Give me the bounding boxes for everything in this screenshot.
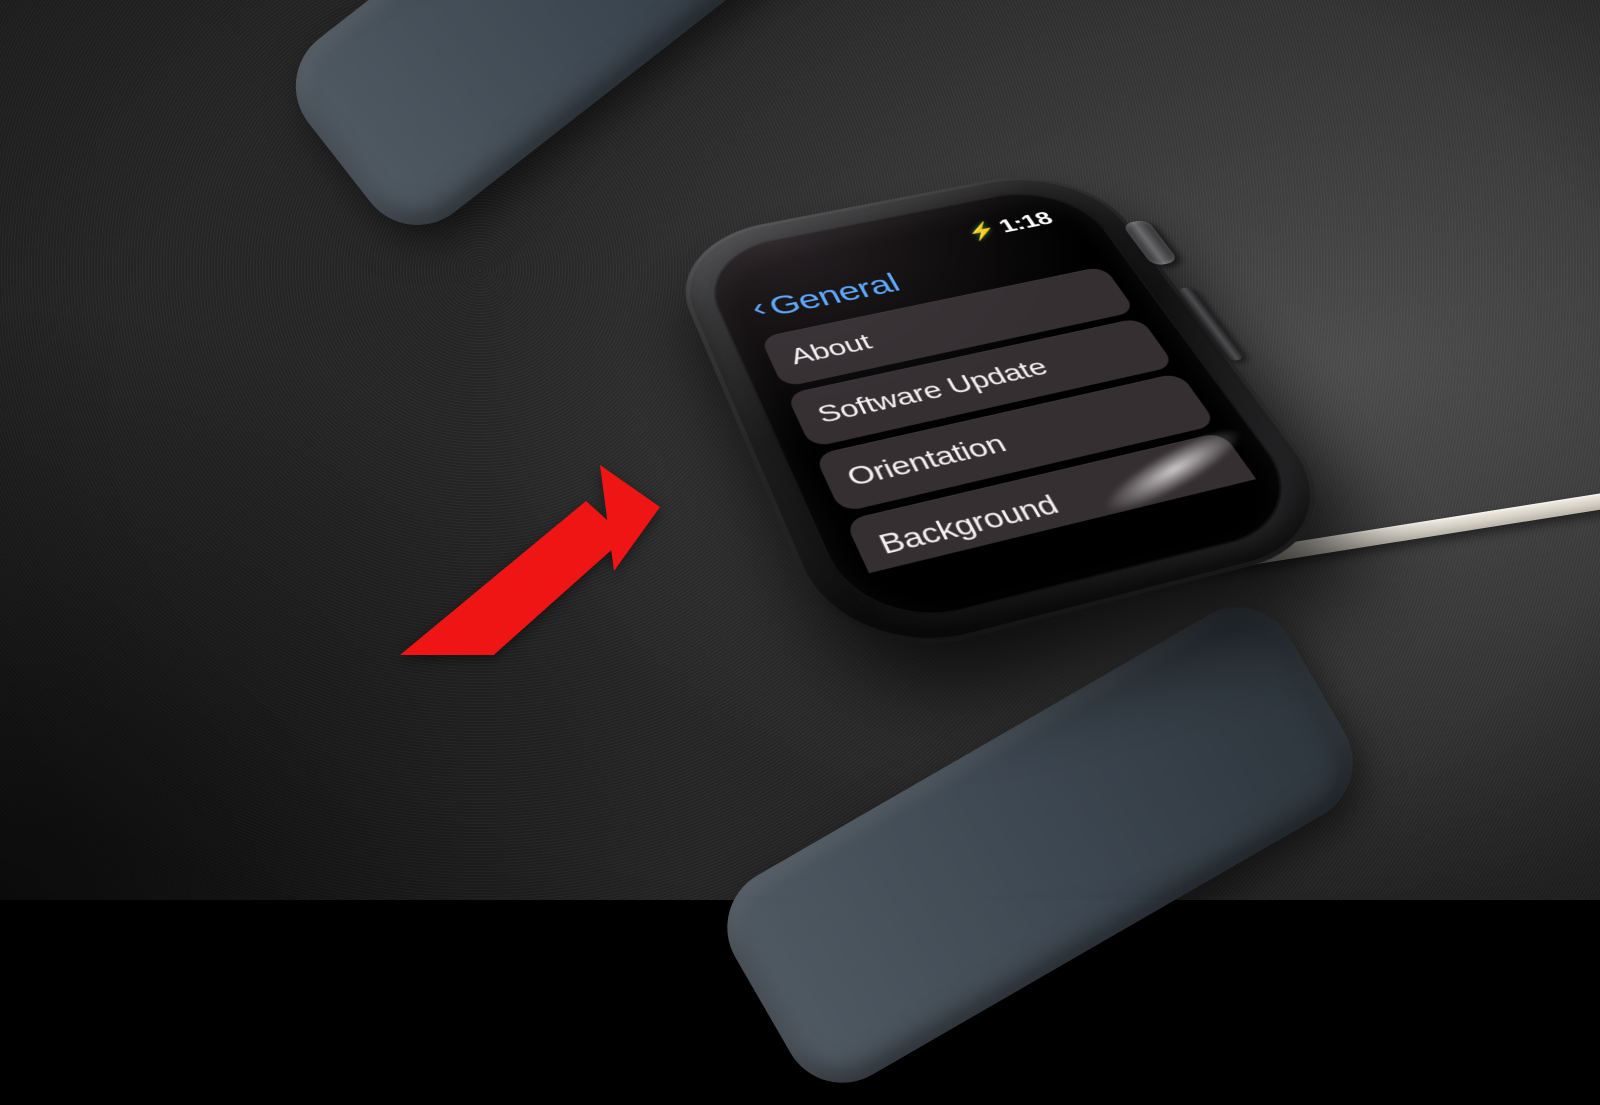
menu-item-background[interactable]: Background xyxy=(845,432,1257,574)
menu-item-label: Background xyxy=(874,489,1064,560)
menu-item-label: Orientation xyxy=(842,429,1011,492)
charging-bolt-icon: ⚡ xyxy=(963,221,1001,242)
menu-item-label: About xyxy=(786,329,876,369)
chevron-left-icon: ‹ xyxy=(749,299,770,322)
